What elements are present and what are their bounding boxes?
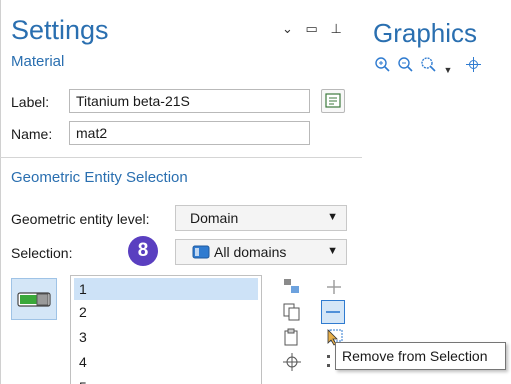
clear-selection-icon[interactable] xyxy=(282,327,302,347)
pane-divider xyxy=(0,0,1,384)
maximize-icon[interactable]: ▭ xyxy=(306,21,318,36)
active-toggle[interactable] xyxy=(11,278,57,320)
label-field[interactable]: Titanium beta-21S xyxy=(69,89,310,113)
graphics-toolbar: ▼ xyxy=(374,56,482,77)
section-divider xyxy=(0,157,362,158)
graphics-title: Graphics xyxy=(373,18,478,48)
zoom-box-icon[interactable] xyxy=(420,56,437,73)
copy-selection-icon[interactable] xyxy=(282,302,302,322)
entity-level-caption: Geometric entity level: xyxy=(11,211,150,227)
selection-select[interactable]: All domains ▼ xyxy=(175,239,347,265)
list-item[interactable]: 4 xyxy=(71,350,261,375)
callout-badge: 8 xyxy=(128,236,158,266)
entity-level-value: Domain xyxy=(190,210,239,226)
list-item[interactable]: 5 xyxy=(71,375,261,384)
zoom-out-icon[interactable] xyxy=(397,56,414,73)
zoom-in-icon[interactable] xyxy=(374,56,391,73)
label-edit-button[interactable] xyxy=(321,89,345,113)
remove-from-selection-button[interactable] xyxy=(321,300,345,324)
entity-level-select[interactable]: Domain ▼ xyxy=(175,205,347,231)
pin-icon[interactable]: ⊥ xyxy=(330,21,341,36)
domain-icon xyxy=(192,245,210,259)
name-field[interactable]: mat2 xyxy=(69,121,310,145)
window-controls: ⌄ ▭ ⊥ xyxy=(282,21,351,37)
selection-list[interactable]: 1 2 3 4 5 xyxy=(70,275,262,384)
label-caption: Label: xyxy=(11,94,50,110)
settings-subtitle: Material xyxy=(11,53,65,70)
zoom-extents-icon[interactable] xyxy=(465,56,482,73)
section-title: Geometric Entity Selection xyxy=(11,169,188,186)
note-edit-icon xyxy=(325,93,341,108)
minus-icon xyxy=(326,311,340,313)
list-item[interactable]: 3 xyxy=(71,325,261,350)
zoom-to-selection-icon[interactable] xyxy=(282,352,302,372)
add-to-selection-icon[interactable] xyxy=(324,277,344,297)
zoom-dropdown-icon[interactable]: ▼ xyxy=(444,65,455,75)
list-item[interactable]: 1 xyxy=(74,278,258,300)
selection-caption: Selection: xyxy=(11,245,73,261)
settings-title: Settings xyxy=(11,15,109,45)
paste-selection-icon[interactable] xyxy=(282,277,302,297)
tooltip: Remove from Selection xyxy=(335,342,506,370)
selection-value: All domains xyxy=(214,244,287,260)
toggle-on-icon xyxy=(17,292,51,307)
dropdown-arrow-icon: ▼ xyxy=(327,211,338,223)
list-item[interactable]: 2 xyxy=(71,300,261,325)
dropdown-arrow-icon: ▼ xyxy=(327,245,338,257)
chevron-down-icon[interactable]: ⌄ xyxy=(282,21,293,36)
name-caption: Name: xyxy=(11,126,53,142)
